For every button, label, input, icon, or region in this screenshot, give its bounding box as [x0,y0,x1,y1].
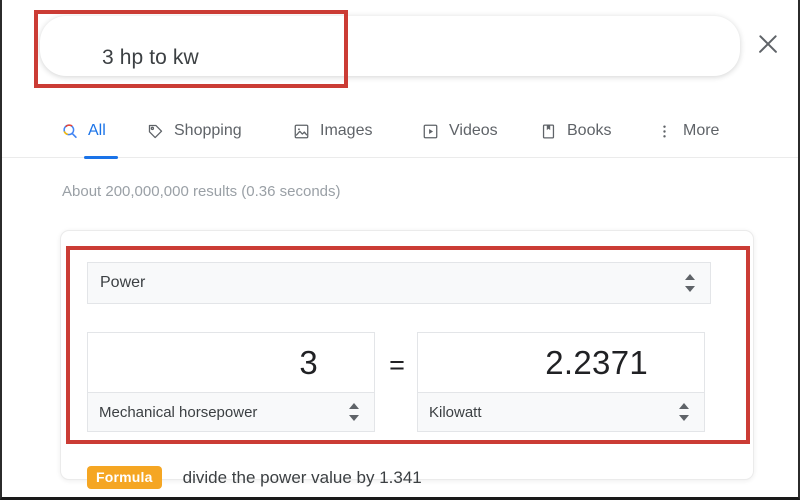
category-select-value: Power [100,274,146,291]
formula-text: divide the power value by 1.341 [182,467,422,487]
tab-images[interactable]: Images [292,110,372,152]
formula-badge: Formula [87,466,162,489]
tab-images-label: Images [320,122,373,139]
search-tabs: All Shopping Images Videos Books More [2,104,798,159]
tab-books[interactable]: Books [539,110,611,152]
search-input[interactable]: 3 hp to kw [40,16,740,76]
book-icon [539,122,558,141]
tag-icon [146,122,165,141]
from-value: 3 [299,343,318,381]
search-icon [60,122,79,141]
category-select[interactable]: Power [87,262,711,304]
unit-converter-card: Power 3 Mechanical horsepower = 2.2371 K… [60,230,754,480]
tab-videos[interactable]: Videos [421,110,498,152]
tab-more-label: More [683,122,720,139]
video-icon [421,122,440,141]
chevron-updown-icon [685,273,696,293]
to-value-input[interactable]: 2.2371 [417,332,705,392]
equals-sign: = [389,350,405,380]
tab-more[interactable]: More [655,110,719,152]
to-unit-select[interactable]: Kilowatt [417,392,705,432]
conversion-row: 3 Mechanical horsepower = 2.2371 Kilowat… [87,332,731,447]
conversion-to: 2.2371 Kilowatt [417,332,705,432]
to-value: 2.2371 [545,343,648,381]
tab-all[interactable]: All [60,110,118,159]
from-value-input[interactable]: 3 [87,332,375,392]
tab-all-label: All [88,122,106,139]
conversion-from: 3 Mechanical horsepower [87,332,375,432]
search-bar-region: 3 hp to kw [2,0,798,92]
results-count: About 200,000,000 results (0.36 seconds) [62,183,341,200]
formula-row: Formula divide the power value by 1.341 [87,466,422,489]
tab-shopping-label: Shopping [174,122,242,139]
chevron-updown-icon [679,402,690,422]
browser-viewport: 3 hp to kw All Shopping Images Videos Bo… [0,0,800,500]
tab-books-label: Books [567,122,612,139]
from-unit-value: Mechanical horsepower [99,403,258,421]
kebab-icon [655,122,674,141]
tab-shopping[interactable]: Shopping [146,110,242,152]
image-icon [292,122,311,141]
tab-videos-label: Videos [449,122,498,139]
close-x-icon[interactable] [754,30,782,58]
search-query-text: 3 hp to kw [102,46,199,69]
chevron-updown-icon [349,402,360,422]
tab-active-underline [84,156,118,159]
to-unit-value: Kilowatt [429,403,482,421]
from-unit-select[interactable]: Mechanical horsepower [87,392,375,432]
